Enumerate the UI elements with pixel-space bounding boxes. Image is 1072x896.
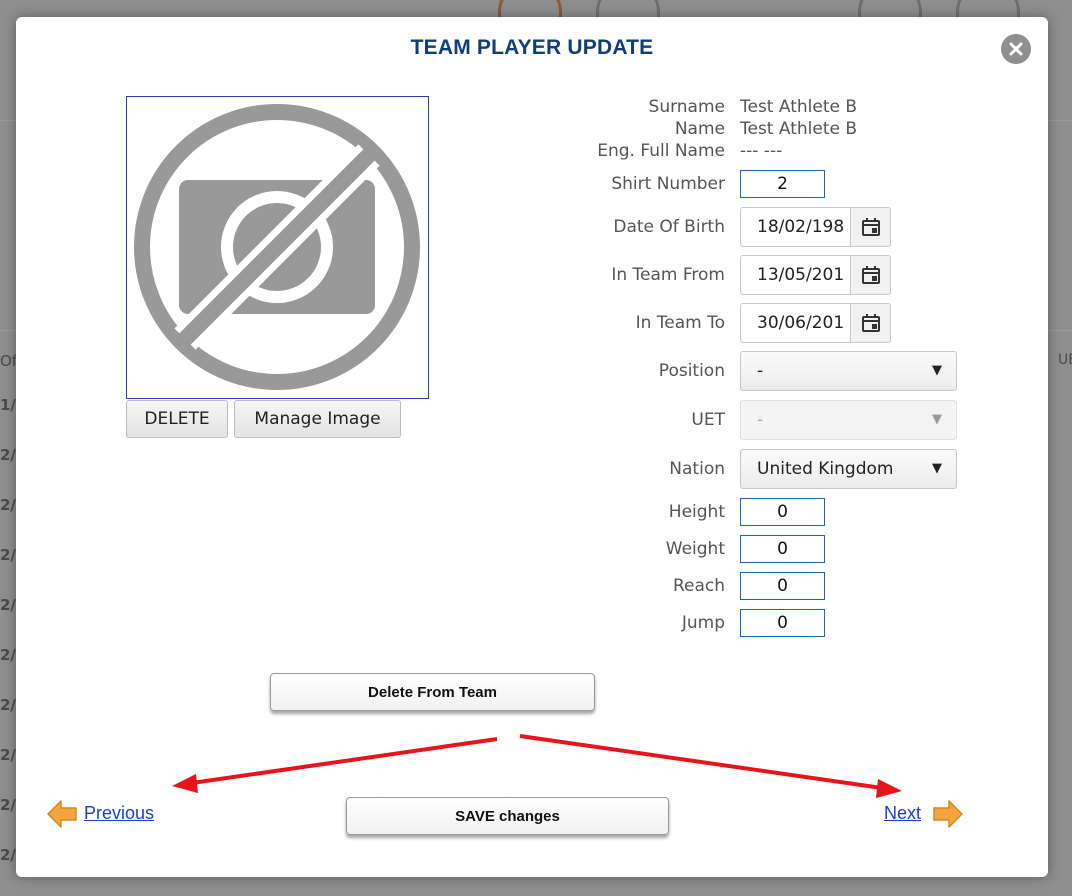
height-input[interactable] <box>740 498 825 526</box>
delete-from-team-button[interactable]: Delete From Team <box>270 673 595 711</box>
next-nav[interactable]: Next <box>884 798 966 830</box>
shirt-number-label: Shirt Number <box>611 174 725 194</box>
surname-value: Test Athlete B <box>740 97 858 117</box>
dialog-title: TEAM PLAYER UPDATE <box>410 36 654 59</box>
position-selected-value: - <box>757 361 764 381</box>
background-cell-fragment: 2/ <box>0 446 16 464</box>
reach-input[interactable] <box>740 572 825 600</box>
next-link[interactable]: Next <box>884 803 921 824</box>
background-cell-fragment: 2/ <box>0 546 16 564</box>
calendar-icon <box>861 266 880 284</box>
nation-label: Nation <box>669 459 725 479</box>
shirt-number-input[interactable] <box>740 170 825 198</box>
in-team-to-label: In Team To <box>635 313 725 333</box>
no-image-icon <box>134 104 420 390</box>
close-icon <box>1009 42 1023 56</box>
calendar-icon <box>861 314 880 332</box>
annotation-arrow-left <box>191 737 498 785</box>
reach-label: Reach <box>672 576 725 596</box>
name-value: Test Athlete B <box>740 119 858 139</box>
background-cell-fragment: 2/ <box>0 746 16 764</box>
team-player-update-dialog: TEAM PLAYER UPDATE DELETE Manage Image S… <box>16 17 1048 877</box>
delete-photo-button[interactable]: DELETE <box>126 400 228 438</box>
nation-selected-value: United Kingdom <box>757 459 894 479</box>
position-label: Position <box>658 361 725 381</box>
jump-input[interactable] <box>740 609 825 637</box>
jump-label: Jump <box>681 613 725 633</box>
date-of-birth-picker <box>740 207 891 247</box>
background-cell-fragment: 1/ <box>0 396 16 414</box>
arrow-right-icon <box>933 800 963 828</box>
uet-select: - ▼ <box>740 400 957 440</box>
manage-image-button[interactable]: Manage Image <box>234 400 401 438</box>
arrow-left-icon <box>47 800 77 828</box>
dropdown-arrow-icon: ▼ <box>932 363 942 378</box>
annotation-arrow-right <box>519 734 883 790</box>
player-photo <box>126 96 429 399</box>
background-header-fragment: Of <box>0 352 18 370</box>
background-header-fragment: UE <box>1058 352 1072 368</box>
dropdown-arrow-icon: ▼ <box>932 461 942 476</box>
date-of-birth-input[interactable] <box>741 208 851 246</box>
background-cell-fragment: 2/ <box>0 646 16 664</box>
in-team-to-input[interactable] <box>741 304 851 342</box>
position-select[interactable]: - ▼ <box>740 351 957 391</box>
eng-full-name-label: Eng. Full Name <box>597 141 725 161</box>
in-team-from-calendar-button[interactable] <box>850 256 890 294</box>
in-team-from-label: In Team From <box>611 265 725 285</box>
background-cell-fragment: 2/ <box>0 596 16 614</box>
annotation-arrowhead-left <box>172 774 198 793</box>
eng-full-name-value: --- --- <box>740 141 783 161</box>
dropdown-arrow-icon: ▼ <box>932 412 942 427</box>
close-button[interactable] <box>1001 34 1031 64</box>
in-team-to-calendar-button[interactable] <box>850 304 890 342</box>
nation-select[interactable]: United Kingdom ▼ <box>740 449 957 489</box>
save-changes-button[interactable]: SAVE changes <box>346 797 669 835</box>
uet-label: UET <box>691 410 725 430</box>
weight-input[interactable] <box>740 535 825 563</box>
weight-label: Weight <box>665 539 725 559</box>
calendar-icon <box>861 218 880 236</box>
in-team-from-input[interactable] <box>741 256 851 294</box>
height-label: Height <box>668 502 725 522</box>
previous-link[interactable]: Previous <box>84 803 154 824</box>
date-of-birth-calendar-button[interactable] <box>850 208 890 246</box>
uet-selected-value: - <box>757 410 764 430</box>
in-team-to-picker <box>740 303 891 343</box>
name-label: Name <box>674 119 725 139</box>
background-cell-fragment: 2/ <box>0 796 16 814</box>
surname-label: Surname <box>648 97 725 117</box>
background-cell-fragment: 2/ <box>0 496 16 514</box>
background-cell-fragment: 2/ <box>0 696 16 714</box>
date-of-birth-label: Date Of Birth <box>613 217 725 237</box>
previous-nav[interactable]: Previous <box>46 798 176 830</box>
annotation-arrowhead-right <box>876 779 902 798</box>
background-cell-fragment: 2/ <box>0 846 16 864</box>
in-team-from-picker <box>740 255 891 295</box>
